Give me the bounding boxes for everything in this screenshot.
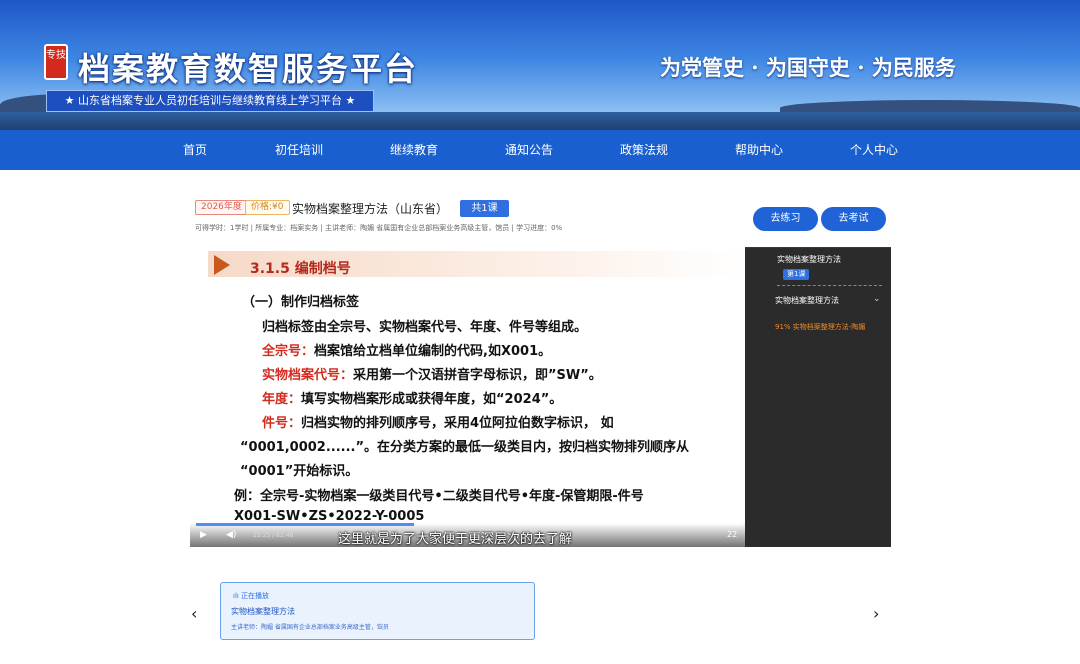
chevron-left-icon[interactable]: ‹ — [191, 604, 197, 623]
now-playing-title: 实物档案整理方法 — [231, 607, 295, 616]
practice-button[interactable]: 去练习 — [753, 207, 818, 231]
slide-line: “0001”开始标识。 — [240, 464, 359, 479]
slide-line: X001-SW•ZS•2022-Y-0005 — [234, 509, 425, 524]
slide-term: 件号： — [262, 416, 302, 431]
course-title: 实物档案整理方法（山东省） — [292, 202, 449, 216]
platform-subtitle: ★ 山东省档案专业人员初任培训与继续教育线上学习平台 ★ — [46, 90, 374, 112]
main-nav: 首页 初任培训 继续教育 通知公告 政策法规 帮助中心 个人中心 — [0, 130, 1080, 170]
slide-term: 全宗号： — [262, 344, 315, 359]
slide-line: 全宗号：档案馆给立档单位编制的代码,如X001。 — [262, 340, 551, 359]
slide-line: 实物档案代号：采用第一个汉语拼音字母标识，即”SW”。 — [262, 364, 602, 383]
nav-item-profile[interactable]: 个人中心 — [824, 130, 924, 170]
nav-item-initial-training[interactable]: 初任培训 — [249, 130, 349, 170]
slide-line: 例：全宗号-实物档案一级类目代号•二级类目代号•年度-保管期限-件号 — [234, 489, 644, 504]
nav-item-notices[interactable]: 通知公告 — [479, 130, 579, 170]
nav-item-help[interactable]: 帮助中心 — [709, 130, 809, 170]
now-playing-status-text: 正在播放 — [241, 592, 270, 600]
now-playing-teacher: 主讲老师：陶媚 省属国有企业总部档案业务高级主管，馆员 — [231, 624, 389, 631]
slogan: 为党管史 · 为国守史 · 为民服务 — [660, 55, 956, 80]
bar-chart-icon: ılı — [233, 592, 242, 600]
playlist-header: 实物档案整理方法 — [777, 255, 841, 264]
slide-term-text: 采用第一个汉语拼音字母标识，即”SW”。 — [353, 368, 602, 383]
progress-fill — [196, 523, 414, 526]
slide-term-text: 填写实物档案形成或获得年度，如“2024”。 — [301, 392, 563, 407]
playlist-chapter[interactable]: 实物档案整理方法 — [775, 295, 839, 306]
speed-indicator[interactable]: 22 — [727, 530, 737, 539]
nav-item-policies[interactable]: 政策法规 — [594, 130, 694, 170]
slide-heading: 3.1.5 编制档号 — [250, 261, 351, 277]
playlist-badge: 第1课 — [783, 269, 810, 280]
slide-line: 归档标签由全宗号、实物档案代号、年度、件号等组成。 — [262, 320, 588, 335]
progress-bar[interactable] — [196, 523, 741, 526]
logo-seal: 专技 — [44, 44, 68, 80]
time-display: 25:25 / 62:48 — [253, 532, 294, 539]
slide-term: 实物档案代号： — [262, 368, 354, 383]
exam-button[interactable]: 去考试 — [821, 207, 886, 231]
slide-term-text: 档案馆给立档单位编制的代码,如X001。 — [314, 344, 552, 359]
video-subtitle: 这里就是为了大家便于更深层次的去了解 — [338, 532, 573, 547]
price-tag: 价格:¥0 — [245, 200, 290, 215]
slide-header-marker — [214, 255, 230, 275]
playlist-item[interactable]: 91% 实物档案整理方法-陶媚 — [775, 321, 883, 334]
now-playing-status: ılı 正在播放 — [233, 591, 269, 601]
slide-term: 年度： — [262, 392, 302, 407]
slide-term-text: 归档实物的排列顺序号，采用4位阿拉伯数字标识， 如 — [301, 416, 614, 431]
video-player[interactable]: 3.1.5 编制档号 （一）制作归档标签 归档标签由全宗号、实物档案代号、年度、… — [190, 247, 745, 547]
playlist-divider — [777, 285, 882, 286]
year-tag: 2026年度 — [195, 200, 248, 215]
chevron-down-icon[interactable]: ⌄ — [873, 294, 881, 304]
nav-item-continuing-education[interactable]: 继续教育 — [364, 130, 464, 170]
slide-line: （一）制作归档标签 — [242, 295, 360, 310]
slide-line: 件号：归档实物的排列顺序号，采用4位阿拉伯数字标识， 如 — [262, 412, 614, 431]
slide-line: “0001,0002......”。在分类方案的最低一级类目内，按归档实物排列顺… — [240, 440, 690, 455]
nav-item-home[interactable]: 首页 — [145, 130, 245, 170]
playlist-panel: 实物档案整理方法 第1课 实物档案整理方法 ⌄ 91% 实物档案整理方法-陶媚 — [745, 247, 891, 547]
play-icon[interactable]: ▶ — [200, 530, 207, 540]
course-meta: 可得学时：1学时 | 所属专业：档案实务 | 主讲老师：陶媚 省属国有企业总部档… — [195, 224, 563, 232]
banner-sea — [0, 112, 1080, 130]
chevron-right-icon[interactable]: › — [873, 604, 879, 623]
slide-header: 3.1.5 编制档号 — [190, 247, 745, 283]
now-playing-card[interactable]: ılı 正在播放 实物档案整理方法 主讲老师：陶媚 省属国有企业总部档案业务高级… — [220, 582, 535, 640]
lessons-badge: 共1课 — [460, 200, 509, 217]
site-title[interactable]: 档案教育数智服务平台 — [78, 44, 418, 90]
slide-line: 年度：填写实物档案形成或获得年度，如“2024”。 — [262, 388, 562, 407]
volume-icon[interactable]: ◀) — [226, 530, 236, 540]
